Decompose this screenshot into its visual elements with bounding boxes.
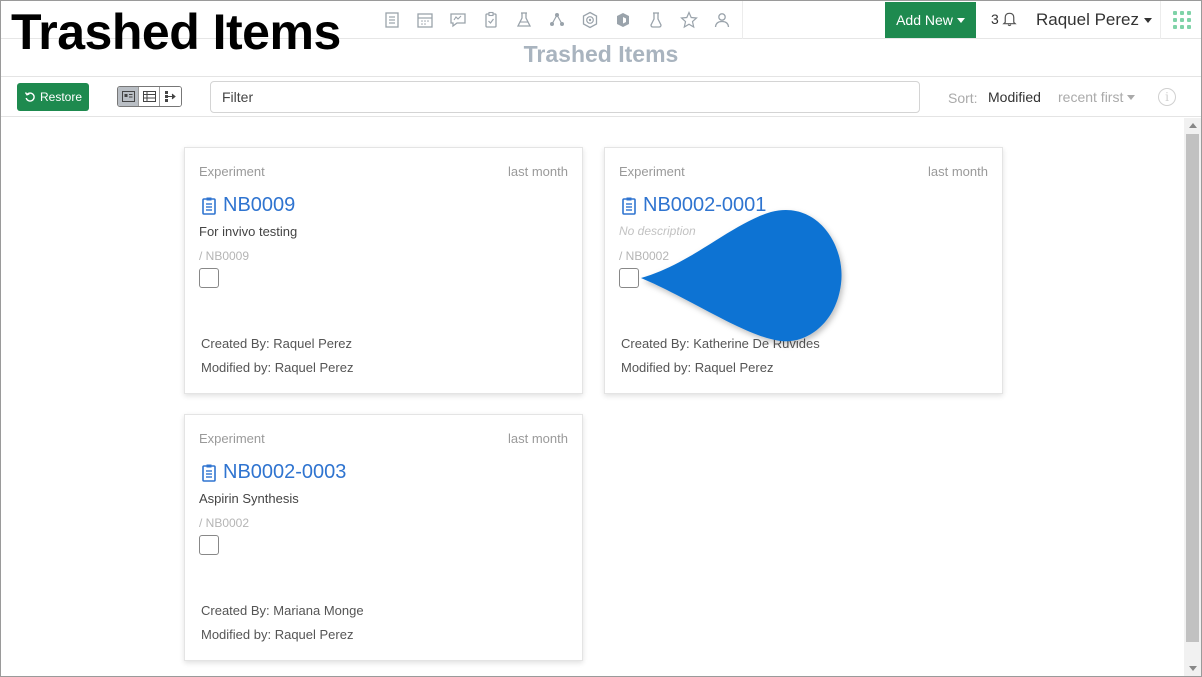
item-select-checkbox[interactable] [199, 535, 219, 555]
cube-icon[interactable] [610, 9, 635, 31]
sort-label: Sort: [948, 90, 978, 106]
module-icon-bar [379, 9, 734, 31]
lab-icon[interactable] [511, 9, 536, 31]
chevron-down-icon [1144, 17, 1153, 23]
pointer-marker-icon [641, 209, 842, 342]
item-type: Experiment [199, 164, 265, 179]
scroll-down-button[interactable] [1184, 661, 1201, 676]
item-description: For invivo testing [199, 224, 298, 239]
trashed-item-card: Experiment last month NB0002-0003 Aspiri… [184, 414, 583, 661]
item-modified-by: Modified by: Raquel Perez [201, 627, 354, 642]
card-view-button[interactable] [118, 87, 139, 106]
notebook-icon[interactable] [379, 9, 404, 31]
experiment-icon [202, 197, 216, 215]
add-new-button[interactable]: Add New [885, 2, 976, 38]
item-select-checkbox[interactable] [199, 268, 219, 288]
apps-grid-icon[interactable] [1173, 11, 1191, 29]
item-title-link[interactable]: NB0002-0003 [199, 461, 346, 484]
item-modified-by: Modified by: Raquel Perez [621, 360, 774, 375]
item-title-link[interactable]: NB0009 [199, 194, 295, 217]
sort-order-dropdown[interactable]: recent first [1058, 89, 1136, 105]
flask-icon[interactable] [643, 9, 668, 31]
item-modified-by: Modified by: Raquel Perez [201, 360, 354, 375]
overlay-title: Trashed Items [11, 4, 341, 60]
user-menu[interactable]: Raquel Perez [1036, 10, 1153, 30]
target-icon[interactable] [577, 9, 602, 31]
item-date: last month [508, 164, 568, 179]
trashed-item-card: Experiment last month NB0009 For invivo … [184, 147, 583, 394]
calendar-icon[interactable] [412, 9, 437, 31]
notification-count: 3 [991, 10, 999, 27]
clipboard-icon[interactable] [478, 9, 503, 31]
item-created-by: Created By: Raquel Perez [201, 336, 353, 351]
table-view-icon [142, 91, 156, 102]
item-type: Experiment [619, 164, 685, 179]
card-view-icon [121, 91, 135, 102]
tree-view-button[interactable] [160, 87, 181, 106]
item-title: NB0009 [223, 194, 296, 216]
sort-field-dropdown[interactable]: Modified [988, 89, 1041, 105]
item-type: Experiment [199, 431, 265, 446]
scroll-up-button[interactable] [1184, 118, 1201, 133]
app-window: Trashed Items Add New 3 Raquel Perez Tra… [0, 0, 1202, 677]
user-name: Raquel Perez [1036, 10, 1140, 29]
item-path: / NB0002 [199, 516, 250, 530]
scrollbar-thumb[interactable] [1186, 134, 1199, 642]
info-icon[interactable]: i [1158, 88, 1176, 106]
item-created-by: Created By: Mariana Monge [201, 603, 364, 618]
chevron-down-icon [1127, 94, 1136, 100]
bell-icon [1002, 12, 1017, 27]
trashed-items-list: Experiment last month NB0009 For invivo … [1, 118, 1184, 676]
item-path: / NB0009 [199, 249, 250, 263]
navbar-divider [742, 1, 743, 39]
filter-input[interactable] [210, 81, 920, 113]
users-icon[interactable] [709, 9, 734, 31]
sort-order-label: recent first [1058, 89, 1124, 105]
add-new-label: Add New [896, 12, 953, 28]
view-mode-toggle [117, 86, 182, 107]
top-navbar: Trashed Items Add New 3 Raquel Perez [1, 1, 1201, 57]
chevron-up-icon [1188, 123, 1197, 128]
tree-view-icon [165, 91, 176, 102]
restore-label: Restore [39, 90, 83, 104]
chevron-down-icon [956, 17, 965, 23]
chat-icon[interactable] [445, 9, 470, 31]
item-description: Aspirin Synthesis [199, 491, 299, 506]
toolbar: Restore Sort: Modified recent first i [1, 76, 1201, 117]
star-icon[interactable] [676, 9, 701, 31]
item-date: last month [928, 164, 988, 179]
notifications-button[interactable]: 3 [991, 10, 1018, 27]
item-date: last month [508, 431, 568, 446]
table-view-button[interactable] [139, 87, 160, 106]
molecule-icon[interactable] [544, 9, 569, 31]
item-title: NB0002-0003 [223, 461, 347, 483]
vertical-scrollbar[interactable] [1184, 118, 1201, 676]
chevron-down-icon [1188, 666, 1197, 671]
undo-icon [24, 92, 35, 102]
experiment-icon [202, 464, 216, 482]
apps-divider [1160, 1, 1161, 39]
restore-button[interactable]: Restore [17, 83, 89, 111]
